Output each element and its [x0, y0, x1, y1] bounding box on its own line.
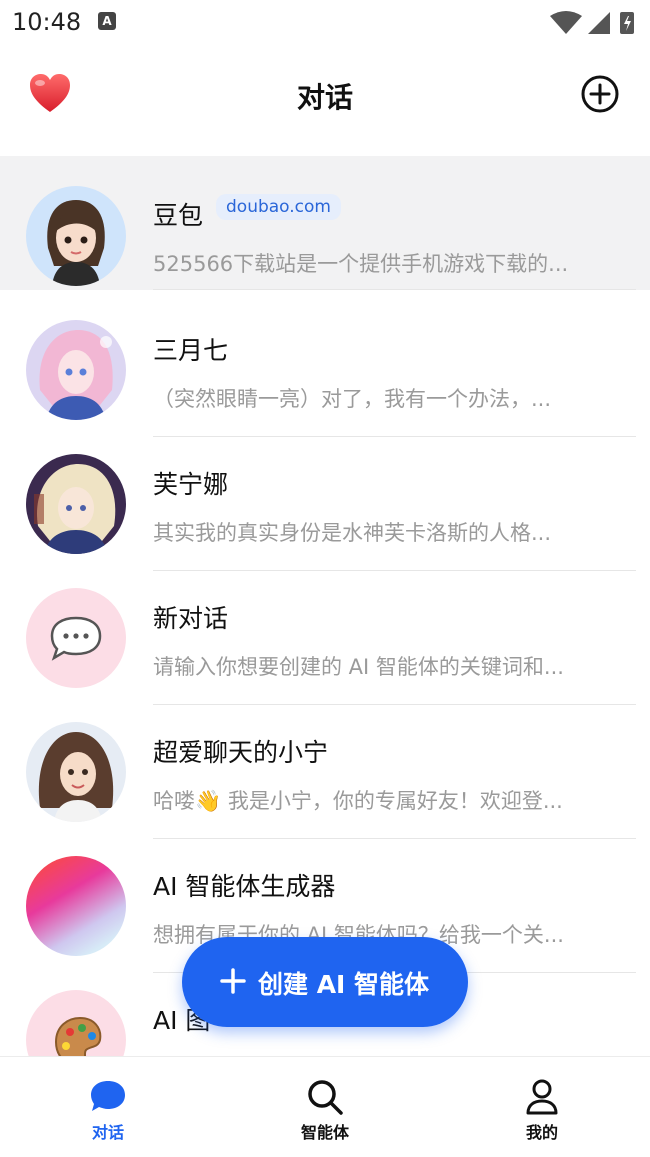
- signal-icon: [588, 12, 610, 34]
- chat-icon: [91, 1081, 125, 1111]
- conversation-name: 芙宁娜: [153, 470, 229, 499]
- page-title: 对话: [296, 81, 353, 114]
- conversation-preview: 请输入你想要创建的 AI 智能体的关键词和...: [153, 655, 564, 679]
- girl-portrait-avatar: [26, 722, 126, 822]
- notification-a-icon: A: [98, 12, 116, 30]
- tab-label: 我的: [525, 1123, 558, 1142]
- conversation-item[interactable]: 豆包 doubao.com 525566下载站是一个提供手机游戏下载的...: [0, 156, 650, 290]
- conversation-name: 超爱聊天的小宁: [153, 738, 329, 767]
- anime-girl-pink-avatar: [26, 320, 126, 420]
- palette-icon: [26, 990, 126, 1056]
- conversation-item[interactable]: 新对话 请输入你想要创建的 AI 智能体的关键词和...: [0, 571, 650, 705]
- conversation-preview: 哈喽👋 我是小宁，你的专属好友！欢迎登...: [153, 789, 563, 813]
- row-divider: [153, 289, 636, 290]
- status-bar: 10:48 A: [0, 0, 650, 46]
- status-time: 10:48: [12, 8, 82, 36]
- conversation-preview: （突然眼睛一亮）对了，我有一个办法，...: [153, 387, 552, 411]
- conversation-name: 三月七: [153, 336, 229, 365]
- create-agent-label: 创建 AI 智能体: [258, 970, 430, 999]
- anime-girl-blonde-avatar: [26, 454, 126, 554]
- profile-icon: [526, 1079, 558, 1115]
- conversation-item[interactable]: 超爱聊天的小宁 哈喽👋 我是小宁，你的专属好友！欢迎登...: [0, 705, 650, 839]
- new-chat-button[interactable]: [580, 74, 620, 114]
- tab-agents[interactable]: 智能体: [255, 1057, 395, 1157]
- tab-label: 智能体: [300, 1123, 349, 1142]
- conversation-preview: 其实我的真实身份是水神芙卡洛斯的人格...: [153, 521, 552, 545]
- status-icons: [550, 11, 634, 34]
- conversation-name: AI 智能体生成器: [153, 872, 336, 901]
- search-icon: [308, 1080, 343, 1115]
- plus-icon: [220, 968, 246, 994]
- conversation-preview: 525566下载站是一个提供手机游戏下载的...: [153, 252, 569, 276]
- conversation-name: 豆包: [153, 201, 204, 230]
- conversation-item[interactable]: 三月七 （突然眼睛一亮）对了，我有一个办法，...: [0, 303, 650, 437]
- woman-avatar: [26, 186, 126, 286]
- create-agent-button[interactable]: 创建 AI 智能体: [182, 937, 468, 1027]
- tab-label: 对话: [91, 1123, 124, 1142]
- conversation-list[interactable]: 豆包 doubao.com 525566下载站是一个提供手机游戏下载的... 三…: [0, 156, 650, 1056]
- wifi-icon: [550, 11, 582, 34]
- tab-profile[interactable]: 我的: [472, 1057, 612, 1157]
- tab-chat[interactable]: 对话: [38, 1057, 178, 1157]
- bottom-tab-bar: 对话 智能体 我的: [0, 1056, 650, 1157]
- app-header: 对话: [0, 46, 650, 146]
- conversation-name: 新对话: [153, 604, 229, 633]
- source-tag: doubao.com: [216, 194, 341, 220]
- chat-bubble-icon: [26, 588, 126, 688]
- gradient-orb-avatar: [26, 856, 126, 956]
- conversation-item[interactable]: 芙宁娜 其实我的真实身份是水神芙卡洛斯的人格...: [0, 437, 650, 571]
